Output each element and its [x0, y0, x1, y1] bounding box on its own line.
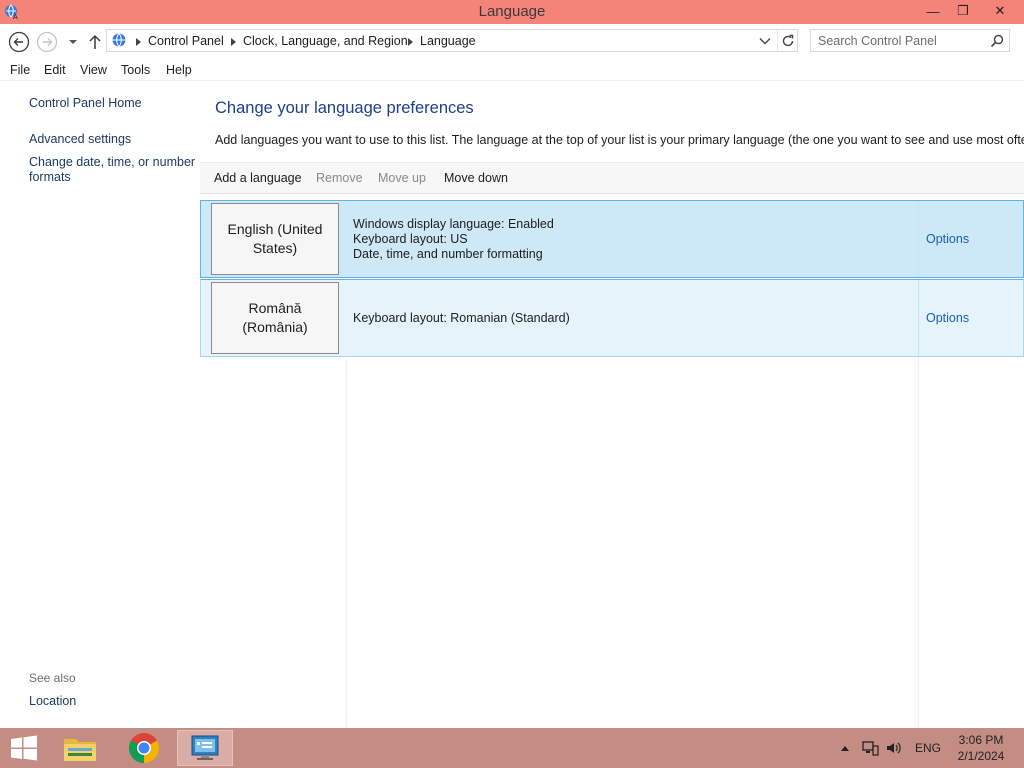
search-icon[interactable] [989, 33, 1005, 49]
back-button[interactable] [8, 31, 30, 53]
language-tile[interactable]: English (United States) [211, 203, 339, 275]
language-row-english[interactable]: English (United States) Windows display … [200, 200, 1024, 278]
breadcrumb-separator[interactable] [408, 38, 413, 46]
advanced-settings-link[interactable]: Advanced settings [29, 132, 131, 147]
address-bar[interactable]: Control Panel Clock, Language, and Regio… [106, 29, 798, 52]
minimize-button[interactable]: — [918, 0, 948, 22]
options-link-english[interactable]: Options [926, 232, 969, 246]
refresh-icon [782, 34, 793, 46]
formatting-status: Date, time, and number formatting [353, 247, 543, 261]
options-link-romanian[interactable]: Options [926, 311, 969, 325]
column-divider [918, 280, 919, 356]
taskbar-control-panel[interactable] [177, 730, 233, 766]
language-toolbar: Add a language Remove Move up Move down [200, 162, 1024, 194]
show-hidden-icons-button[interactable] [840, 728, 850, 768]
speaker-icon [887, 742, 901, 754]
menu-edit[interactable]: Edit [44, 63, 66, 77]
address-dropdown-button[interactable] [757, 34, 773, 48]
clock-date: 2/1/2024 [957, 749, 1005, 763]
breadcrumb-separator[interactable] [136, 38, 141, 46]
column-divider [918, 201, 919, 277]
input-language-label: ENG [915, 741, 942, 755]
maximize-button[interactable]: ❐ [948, 0, 978, 22]
refresh-button[interactable] [777, 30, 797, 51]
language-details: Windows display language: Enabled Keyboa… [353, 217, 554, 262]
taskbar-chrome[interactable] [116, 730, 172, 766]
keyboard-layout: Keyboard layout: Romanian (Standard) [353, 311, 570, 325]
display-language-status: Windows display language: Enabled [353, 217, 554, 231]
location-link[interactable]: Location [29, 694, 76, 709]
up-arrow-icon [89, 34, 101, 49]
move-down-button[interactable]: Move down [444, 171, 508, 185]
menu-bar: File Edit View Tools Help [0, 60, 1024, 81]
left-navigation-pane: Control Panel Home Advanced settings Cha… [0, 82, 200, 728]
menu-help[interactable]: Help [166, 63, 192, 77]
search-input[interactable] [811, 30, 987, 51]
menu-tools[interactable]: Tools [121, 63, 150, 77]
control-panel-icon [191, 735, 219, 760]
search-box[interactable] [810, 29, 1010, 52]
recent-locations-button[interactable] [62, 31, 84, 53]
address-row: Control Panel Clock, Language, and Regio… [0, 24, 1024, 60]
breadcrumb-control-panel[interactable]: Control Panel [148, 34, 224, 48]
title-bar: A Language — ❐ ✕ [0, 0, 1024, 24]
file-explorer-icon [64, 739, 96, 761]
list-column-line [918, 358, 919, 728]
remove-button[interactable]: Remove [316, 171, 363, 185]
window-title: Language [478, 3, 546, 20]
network-icon [862, 741, 879, 756]
page-title: Change your language preferences [215, 99, 474, 117]
close-button[interactable]: ✕ [985, 0, 1015, 22]
language-details: Keyboard layout: Romanian (Standard) [353, 311, 570, 326]
forward-button[interactable] [36, 31, 58, 53]
menu-file[interactable]: File [10, 63, 30, 77]
change-date-time-formats-link[interactable]: Change date, time, or number formats [29, 155, 197, 185]
input-language-indicator[interactable]: ENG [915, 728, 941, 768]
page-description: Add languages you want to use to this li… [215, 133, 1024, 147]
add-language-button[interactable]: Add a language [214, 171, 302, 185]
network-status[interactable] [861, 728, 879, 768]
chevron-down-icon [69, 40, 77, 44]
forward-arrow-icon [36, 31, 58, 53]
system-clock[interactable]: 3:06 PM 2/1/2024 [948, 732, 1014, 764]
move-up-button[interactable]: Move up [378, 171, 426, 185]
up-button[interactable] [84, 31, 106, 53]
taskbar-file-explorer[interactable] [52, 730, 108, 766]
language-row-romanian[interactable]: Română (România) Keyboard layout: Romani… [200, 279, 1024, 357]
chevron-down-icon [759, 38, 771, 45]
list-column-line [346, 358, 347, 728]
breadcrumb-clock-language-region[interactable]: Clock, Language, and Region [243, 34, 408, 48]
see-also-label: See also [29, 671, 76, 685]
back-arrow-icon [8, 31, 30, 53]
menu-view[interactable]: View [80, 63, 107, 77]
taskbar: ENG 3:06 PM 2/1/2024 [0, 728, 1024, 768]
control-panel-home-link[interactable]: Control Panel Home [29, 96, 142, 111]
language-tile[interactable]: Română (România) [211, 282, 339, 354]
volume-control[interactable] [885, 728, 903, 768]
breadcrumb-language[interactable]: Language [420, 34, 476, 48]
clock-time: 3:06 PM [958, 733, 1004, 747]
windows-logo-icon [11, 735, 37, 761]
chrome-icon [128, 733, 160, 763]
main-content: Change your language preferences Add lan… [200, 82, 1024, 728]
control-panel-location-icon [111, 32, 129, 50]
start-button[interactable] [4, 732, 44, 764]
chevron-up-icon [841, 746, 849, 751]
keyboard-layout: Keyboard layout: US [353, 232, 468, 246]
breadcrumb-separator[interactable] [231, 38, 236, 46]
